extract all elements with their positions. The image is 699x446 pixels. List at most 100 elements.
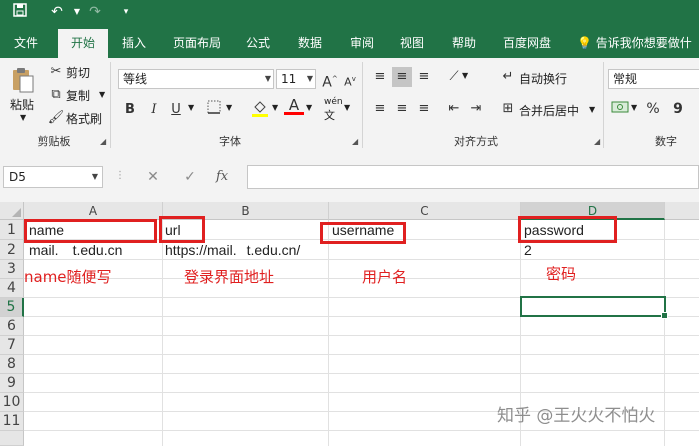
row-header-10[interactable]: 10 — [0, 393, 24, 412]
column-header-c[interactable]: C — [329, 202, 521, 220]
font-size-combo[interactable]: 11 ▼ — [276, 69, 316, 89]
tab-file[interactable]: 文件 — [8, 29, 44, 58]
cell-b2[interactable]: https://mail. t.edu.cn/ — [165, 242, 300, 258]
align-bottom-icon[interactable]: ≡ — [414, 67, 434, 87]
undo-dropdown-icon[interactable]: ▼ — [72, 2, 82, 22]
tab-data[interactable]: 数据 — [292, 29, 328, 58]
enter-icon[interactable]: ✓ — [179, 166, 201, 188]
alignment-group-label: 对齐方式 — [454, 135, 498, 148]
customize-icon[interactable]: ▾ — [120, 2, 132, 22]
cut-button[interactable]: 剪切 — [66, 64, 90, 81]
tell-me-search[interactable]: 💡 告诉我你想要做什 — [577, 29, 692, 58]
merge-center-button[interactable]: 合并后居中 — [519, 102, 579, 119]
redo-icon[interactable]: ↷ — [84, 2, 106, 22]
phonetic-guide-button[interactable]: wén 文 — [324, 97, 343, 123]
paste-icon[interactable] — [10, 66, 36, 94]
row-header-5[interactable]: 5 — [0, 298, 24, 317]
copy-button[interactable]: 复制 — [66, 87, 90, 104]
cell-a2[interactable]: mail. t.edu.cn — [29, 242, 122, 258]
name-box-value: D5 — [9, 170, 26, 184]
bold-button[interactable]: B — [120, 100, 140, 120]
merge-center-icon[interactable]: ⊞ — [498, 99, 518, 119]
fill-handle[interactable] — [661, 312, 668, 319]
undo-icon[interactable]: ↶ — [44, 2, 70, 22]
grow-font-icon[interactable]: A^ — [320, 69, 340, 91]
gridline — [24, 392, 699, 393]
align-middle-icon[interactable]: ≡ — [392, 67, 412, 87]
insert-function-button[interactable]: fx — [216, 166, 228, 188]
font-launcher-icon[interactable]: ◢ — [352, 137, 358, 146]
chevron-down-icon: ▼ — [306, 74, 313, 83]
row-header-1[interactable]: 1 — [0, 220, 24, 240]
tab-help[interactable]: 帮助 — [446, 29, 482, 58]
row-header-7[interactable]: 7 — [0, 336, 24, 355]
clipboard-launcher-icon[interactable]: ◢ — [100, 137, 106, 146]
row-header-8[interactable]: 8 — [0, 355, 24, 374]
column-header-e[interactable] — [665, 202, 699, 220]
paste-button[interactable]: 粘贴 — [10, 96, 34, 113]
number-format-combo[interactable]: 常规 — [608, 69, 699, 89]
borders-icon[interactable] — [204, 100, 224, 120]
merge-dropdown-icon[interactable]: ▼ — [589, 105, 595, 114]
increase-indent-icon[interactable]: ⇥ — [466, 99, 486, 119]
active-cell-d5[interactable] — [520, 296, 668, 319]
currency-icon[interactable] — [610, 99, 630, 119]
row-header-9[interactable]: 9 — [0, 374, 24, 393]
row-header-3[interactable]: 3 — [0, 260, 24, 279]
number-group-label: 数字 — [655, 135, 677, 148]
tab-review[interactable]: 审阅 — [344, 29, 380, 58]
italic-button[interactable]: I — [144, 100, 164, 120]
copy-dropdown-icon[interactable]: ▼ — [99, 90, 105, 99]
underline-dropdown-icon[interactable]: ▼ — [188, 103, 194, 112]
worksheet-grid[interactable]: A B C D 1 2 3 4 5 6 7 8 9 10 11 name url… — [0, 202, 699, 446]
wrap-text-icon[interactable]: ↵ — [498, 67, 518, 87]
wrap-text-button[interactable]: 自动换行 — [519, 70, 567, 87]
fill-color-dropdown-icon[interactable]: ▼ — [272, 103, 278, 112]
format-painter-icon[interactable]: 🖌 — [46, 108, 66, 128]
formula-input[interactable] — [247, 165, 699, 189]
phonetic-dropdown-icon[interactable]: ▼ — [344, 103, 350, 112]
underline-button[interactable]: U — [166, 100, 186, 120]
orientation-dropdown-icon[interactable]: ▼ — [462, 71, 468, 80]
row-header-4[interactable]: 4 — [0, 279, 24, 298]
font-color-dropdown-icon[interactable]: ▼ — [306, 103, 312, 112]
orientation-icon[interactable]: ⟋ — [444, 67, 464, 87]
more-dots-icon: ⋮ — [115, 170, 125, 181]
tab-view[interactable]: 视图 — [394, 29, 430, 58]
row-header-6[interactable]: 6 — [0, 317, 24, 336]
font-name-combo[interactable]: 等线 ▼ — [118, 69, 274, 89]
row-header-12[interactable] — [0, 431, 24, 446]
borders-dropdown-icon[interactable]: ▼ — [226, 103, 232, 112]
align-top-icon[interactable]: ≡ — [370, 67, 390, 87]
format-painter-button[interactable]: 格式刷 — [66, 110, 102, 127]
tab-home[interactable]: 开始 — [58, 29, 108, 58]
tab-baidu-netdisk[interactable]: 百度网盘 — [496, 29, 558, 58]
copy-icon[interactable]: ⧉ — [46, 85, 66, 105]
tab-insert[interactable]: 插入 — [116, 29, 152, 58]
scissors-icon[interactable]: ✂ — [46, 62, 66, 82]
tab-page-layout[interactable]: 页面布局 — [166, 29, 228, 58]
group-separator — [603, 62, 604, 148]
align-center-icon[interactable]: ≡ — [392, 99, 412, 119]
row-header-11[interactable]: 11 — [0, 412, 24, 431]
fill-color-icon[interactable] — [250, 98, 270, 118]
select-all-button[interactable] — [0, 202, 24, 220]
cancel-icon[interactable]: ✕ — [142, 166, 164, 188]
tab-formulas[interactable]: 公式 — [240, 29, 276, 58]
comma-style-button[interactable]: 9 — [668, 99, 688, 119]
column-header-a[interactable]: A — [24, 202, 163, 220]
align-right-icon[interactable]: ≡ — [414, 99, 434, 119]
name-box[interactable]: D5 ▼ — [3, 166, 103, 188]
percent-button[interactable]: % — [643, 99, 663, 119]
currency-dropdown-icon[interactable]: ▼ — [631, 103, 637, 112]
clipboard-group-label: 剪贴板 — [37, 135, 71, 148]
decrease-indent-icon[interactable]: ⇤ — [444, 99, 464, 119]
save-icon[interactable] — [10, 2, 30, 22]
align-left-icon[interactable]: ≡ — [370, 99, 390, 119]
alignment-launcher-icon[interactable]: ◢ — [594, 137, 600, 146]
shrink-font-icon[interactable]: Av — [340, 69, 360, 89]
paste-dropdown-icon[interactable]: ▼ — [20, 113, 26, 122]
cell-d2[interactable]: 2 — [524, 242, 532, 258]
row-header-2[interactable]: 2 — [0, 240, 24, 260]
font-color-icon[interactable]: A — [284, 96, 304, 116]
